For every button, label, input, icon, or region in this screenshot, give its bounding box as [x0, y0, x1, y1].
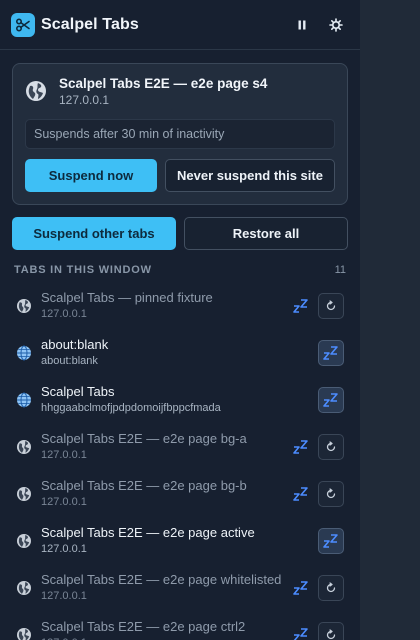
app-title: Scalpel Tabs	[41, 15, 139, 33]
tab-favicon	[16, 486, 32, 502]
pause-icon	[298, 20, 306, 29]
tab-count: 11	[334, 264, 346, 276]
gray-globe-icon	[17, 439, 31, 454]
sleep-zz-icon	[293, 439, 308, 454]
blue-globe-icon	[17, 392, 31, 407]
tab-row[interactable]: Scalpel Tabs E2E — e2e page bg-b 127.0.0.…	[0, 470, 360, 517]
restore-all-button[interactable]: Restore all	[184, 217, 348, 250]
sleep-zz-icon	[323, 533, 338, 548]
current-site-card: Scalpel Tabs E2E — e2e page s4 127.0.0.1…	[12, 63, 348, 205]
restore-icon	[326, 487, 336, 498]
tab-row[interactable]: Scalpel Tabs hhggaabclmofjpdpdomoijfbppcf…	[0, 376, 360, 423]
gray-globe-icon	[17, 533, 31, 548]
tab-title: about:blank	[41, 337, 109, 352]
tab-url: 127.0.0.1	[41, 636, 292, 640]
suspend-tab-button[interactable]	[318, 386, 344, 413]
restore-tab-button[interactable]	[318, 480, 344, 507]
tab-title: Scalpel Tabs E2E — e2e page active	[41, 525, 255, 540]
tab-row[interactable]: Scalpel Tabs E2E — e2e page bg-a 127.0.0.…	[0, 423, 360, 470]
suspended-indicator	[292, 580, 310, 596]
tab-title: Scalpel Tabs E2E — e2e page whitelisted	[41, 572, 282, 587]
restore-tab-button[interactable]	[318, 574, 344, 601]
tab-favicon	[16, 580, 32, 596]
tab-url: about:blank	[41, 355, 98, 367]
suspended-indicator	[292, 486, 310, 502]
tabs-section-header: TABS IN THIS WINDOW 11	[14, 264, 346, 276]
restore-icon	[326, 440, 336, 451]
suspend-tab-button[interactable]	[318, 527, 344, 554]
gray-globe-icon	[17, 486, 31, 501]
tab-url: 127.0.0.1	[41, 496, 87, 508]
gray-globe-icon	[17, 298, 31, 313]
restore-icon	[326, 299, 336, 310]
tab-row[interactable]: about:blank about:blank	[0, 329, 360, 376]
tab-row[interactable]: Scalpel Tabs E2E — e2e page whitelisted 1…	[0, 564, 360, 611]
tab-url: 127.0.0.1	[41, 308, 87, 320]
suspend-now-button[interactable]: Suspend now	[25, 159, 157, 192]
sleep-zz-icon	[293, 627, 308, 640]
tab-row[interactable]: Scalpel Tabs E2E — e2e page ctrl2 127.0.0…	[0, 611, 360, 640]
suspend-status-text: Suspends after 30 min of inactivity	[25, 119, 335, 149]
tab-title: Scalpel Tabs E2E — e2e page bg-a	[41, 431, 247, 446]
tab-row[interactable]: Scalpel Tabs E2E — e2e page active 127.0.…	[0, 517, 360, 564]
sleep-zz-icon	[293, 580, 308, 595]
sleep-zz-icon	[293, 486, 308, 501]
tabs-section-heading: TABS IN THIS WINDOW	[14, 264, 152, 276]
suspend-other-tabs-button[interactable]: Suspend other tabs	[12, 217, 176, 250]
restore-tab-button[interactable]	[318, 621, 344, 640]
scissors-logo-icon	[11, 12, 35, 37]
tab-favicon	[16, 298, 32, 314]
tab-favicon	[16, 627, 32, 640]
tab-favicon	[16, 439, 32, 455]
tab-favicon	[16, 392, 32, 408]
restore-icon	[326, 628, 336, 639]
gear-icon	[329, 17, 343, 32]
popup-header: Scalpel Tabs	[0, 0, 360, 50]
extension-popup: Scalpel Tabs Scalpel Tabs E2E — e2e page…	[0, 0, 360, 640]
blue-globe-icon	[17, 345, 31, 360]
tab-title: Scalpel Tabs E2E — e2e page bg-b	[41, 478, 247, 493]
tab-title: Scalpel Tabs	[41, 384, 115, 399]
pause-button[interactable]	[289, 12, 315, 38]
suspended-indicator	[292, 298, 310, 314]
never-suspend-site-button[interactable]: Never suspend this site	[165, 159, 335, 192]
sleep-zz-icon	[323, 345, 338, 360]
gray-globe-icon	[17, 580, 31, 595]
tab-row[interactable]: Scalpel Tabs — pinned fixture 127.0.0.1	[0, 282, 360, 329]
tab-url: 127.0.0.1	[41, 590, 87, 602]
gray-globe-icon	[17, 627, 31, 640]
current-site-host: 127.0.0.1	[59, 93, 110, 107]
settings-button[interactable]	[323, 12, 349, 38]
tab-title: Scalpel Tabs — pinned fixture	[41, 290, 213, 305]
globe-icon	[26, 81, 46, 101]
current-site-title: Scalpel Tabs E2E — e2e page s4	[59, 76, 268, 91]
restore-tab-button[interactable]	[318, 433, 344, 460]
sleep-zz-icon	[293, 298, 308, 313]
tab-url: 127.0.0.1	[41, 449, 87, 461]
tab-list: Scalpel Tabs — pinned fixture 127.0.0.1 ab…	[0, 282, 360, 640]
tab-favicon	[16, 345, 32, 361]
suspended-indicator	[292, 627, 310, 640]
tab-title: Scalpel Tabs E2E — e2e page ctrl2	[41, 619, 246, 634]
tab-favicon	[16, 533, 32, 549]
restore-tab-button[interactable]	[318, 292, 344, 319]
tab-url: 127.0.0.1	[41, 543, 87, 555]
suspended-indicator	[292, 439, 310, 455]
suspend-tab-button[interactable]	[318, 339, 344, 366]
tab-url: hhggaabclmofjpdpdomoijfbppcfmada	[41, 402, 221, 414]
sleep-zz-icon	[323, 392, 338, 407]
restore-icon	[326, 581, 336, 592]
